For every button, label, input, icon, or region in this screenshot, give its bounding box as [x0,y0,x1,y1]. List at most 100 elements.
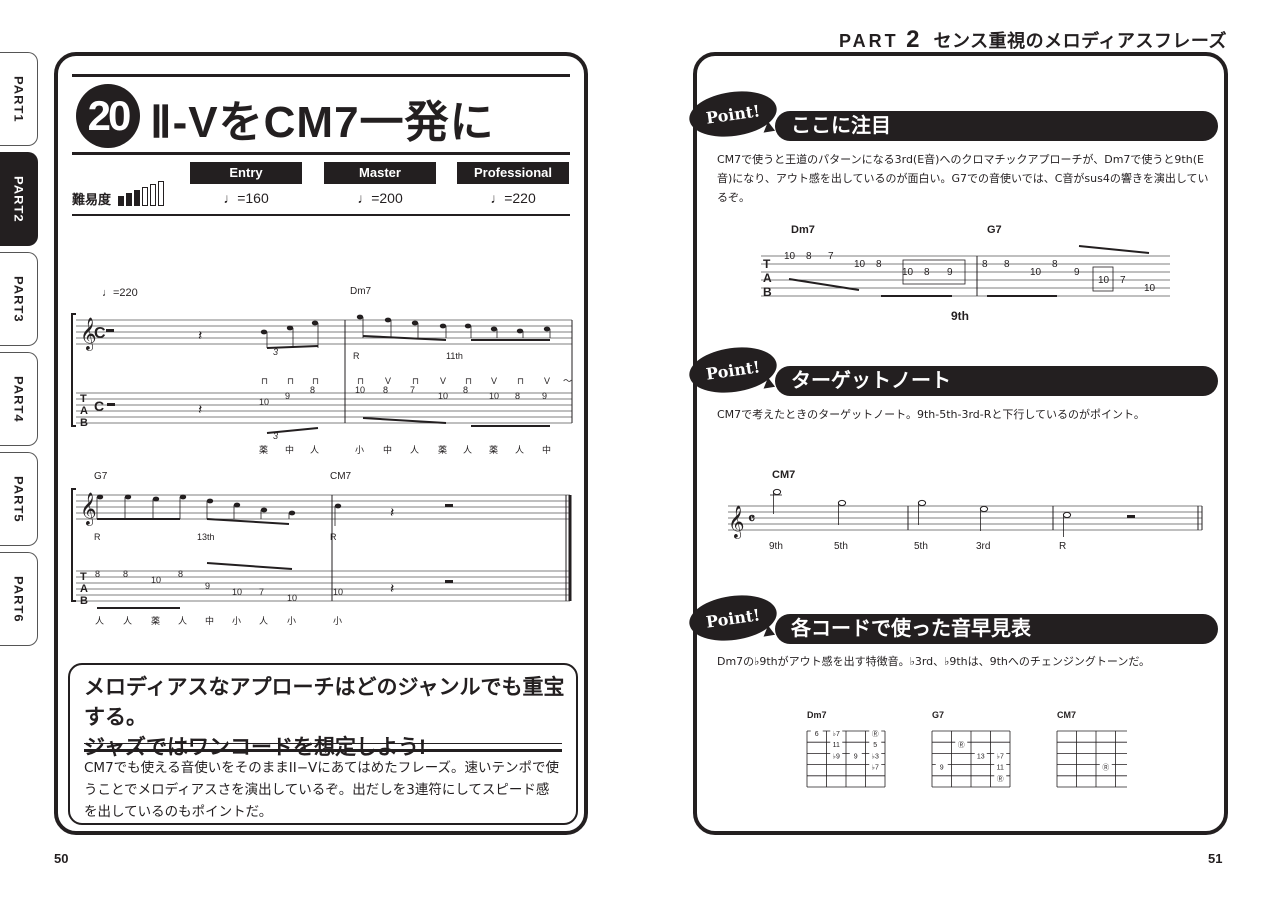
tab-number: 8 [383,385,388,395]
tab-clef-a: A [763,271,772,285]
tab-number: 10 [854,259,866,270]
degree-label: 5th [914,541,928,551]
tab-time-signature: C [94,398,104,414]
interval-mark: 9 [940,765,944,772]
fingering-label: 薬 [489,444,498,455]
side-tab-part3[interactable]: PART3 [0,252,38,346]
level-rule [72,214,570,216]
side-tab-label: PART5 [11,475,26,523]
point-badge: Point! [686,86,780,142]
point-text: CM7で考えたときのターゲットノート。9th-5th-3rd-Rと下行しているの… [717,408,1145,421]
chord-chart-cm7: CM7Ⓡ9 [1056,710,1127,788]
interval-mark: ♭7 [997,752,1004,760]
interval-mark: 13 [977,753,985,760]
degree-label: 11th [446,351,463,361]
degree-labels: 9th 5th 5th 3rd R [769,541,1066,551]
tab-number: 10 [1030,267,1042,278]
fingering-label: 小 [355,445,364,455]
tab-clef-b: B [80,595,88,607]
fingering-label: 小 [287,616,296,626]
side-tab-label: PART3 [11,275,26,323]
tab-number: 10 [333,587,343,597]
part-header: PART 2 センス重視のメロディアスフレーズ [839,26,1227,54]
picking-mark: ～ [563,376,572,386]
chord-symbol: G7 [987,224,1002,236]
point1-tab: Dm7 G7 T A B 9th 10 8 7 10 8 10 8 9 8 8 10 8 9 10 7 10 [761,224,1170,323]
summary-divider [84,743,562,744]
tab-clef-t: T [80,571,87,583]
point-text: Dm7の♭9thがアウト感を出す特徴音。♭3rd、♭9thは、9thへのチェンジ… [717,655,1151,668]
tab-number: 10 [784,251,796,262]
point-text: CM7で使うと王道のパターンになる3rd(E音)へのクロマチックアプローチが、D… [717,153,1209,204]
tab-clef-a: A [80,583,88,595]
system-bracket [71,488,76,602]
degree-label: R [1059,541,1066,551]
treble-clef-icon: 𝄞 [728,506,745,539]
fingering-label: 人 [515,445,524,455]
picking-marks: ⊓ ⊓ ⊓ ⊓ V ⊓ V ⊓ V ⊓ V ～ [261,376,572,386]
treble-clef-icon: 𝄞 [80,493,97,526]
tab-number: 7 [410,385,415,395]
score-system-1: ♩=220 𝄞 C T A B C 𝄽 𝄽 Dm7 3 3 R 11th ⊓ ⊓ ⊓… [71,286,573,455]
interval-mark: 6 [815,731,819,738]
half-note [917,499,927,507]
difficulty-meter [118,176,164,206]
fingering-labels: 人人薬人中小人小小 [95,615,342,626]
fingering-label: 薬 [151,615,160,626]
tab-number: 9 [285,391,290,401]
degree-label: 5th [834,541,848,551]
fingering-label: 人 [178,616,187,626]
note-head [96,494,104,500]
chord-symbol: Dm7 [791,224,815,236]
fingering-label: 中 [542,444,551,455]
chord-symbol: Dm7 [350,286,372,297]
tab-number: 9 [542,391,547,401]
fingering-label: 中 [285,444,294,455]
note-head [152,496,160,502]
half-rest-icon [106,329,114,332]
tab-beam [362,417,447,424]
tab-clef-a: A [80,405,88,417]
part-number: 2 [906,26,920,53]
quarter-rest-icon: 𝄽 [390,504,394,520]
interval-mark: 9 [854,753,858,760]
time-signature: C [94,325,106,342]
half-rest-icon [1127,515,1135,518]
fingering-label: 小 [333,616,342,626]
annotation-label: 9th [951,309,969,323]
side-tab-part5[interactable]: PART5 [0,452,38,546]
tab-clef-b: B [763,285,772,299]
target-note-staff: CM7 𝄞 𝄴 9th 5th 5th 3rd R [728,469,1203,551]
tab-number: 10 [151,575,161,585]
title-rule-bottom [72,152,570,155]
tempo-mark: ♩=220 [102,287,138,299]
point-heading: ターゲットノート [775,366,1218,396]
tab-number: 7 [828,251,834,262]
interval-mark: 11 [997,765,1004,772]
side-tab-part2[interactable]: PART2 [0,152,38,246]
tab-number: 10 [438,391,448,401]
chord-chart-name: CM7 [1057,710,1076,720]
fingering-label: 薬 [438,444,447,455]
tab-number: 8 [178,569,183,579]
lesson-panel: 20 Ⅱ-VをCM7一発に 難易度 Entry ♩=160 Master ♩=2… [54,52,588,835]
note-head [286,325,294,331]
note-head [356,314,364,320]
tab-clef-t: T [80,393,87,405]
side-tab-part4[interactable]: PART4 [0,352,38,446]
side-tab-part1[interactable]: PART1 [0,52,38,146]
side-tab-part6[interactable]: PART6 [0,552,38,646]
fingering-label: 人 [410,445,419,455]
tab-number: 10 [232,587,242,597]
tab-numbers: 10 9 8 10 8 7 10 8 10 8 9 [259,385,550,434]
chord-symbol: G7 [94,471,108,482]
interval-mark: ♭7 [833,730,840,738]
half-rest-icon [445,504,453,507]
tab-number: 8 [123,569,128,579]
tab-number: 9 [1074,267,1080,278]
tab-number: 8 [982,259,988,270]
picking-mark: V [440,376,446,386]
tab-number: 8 [924,267,930,278]
tab-clef-b: B [80,417,88,429]
note-head [464,323,472,329]
